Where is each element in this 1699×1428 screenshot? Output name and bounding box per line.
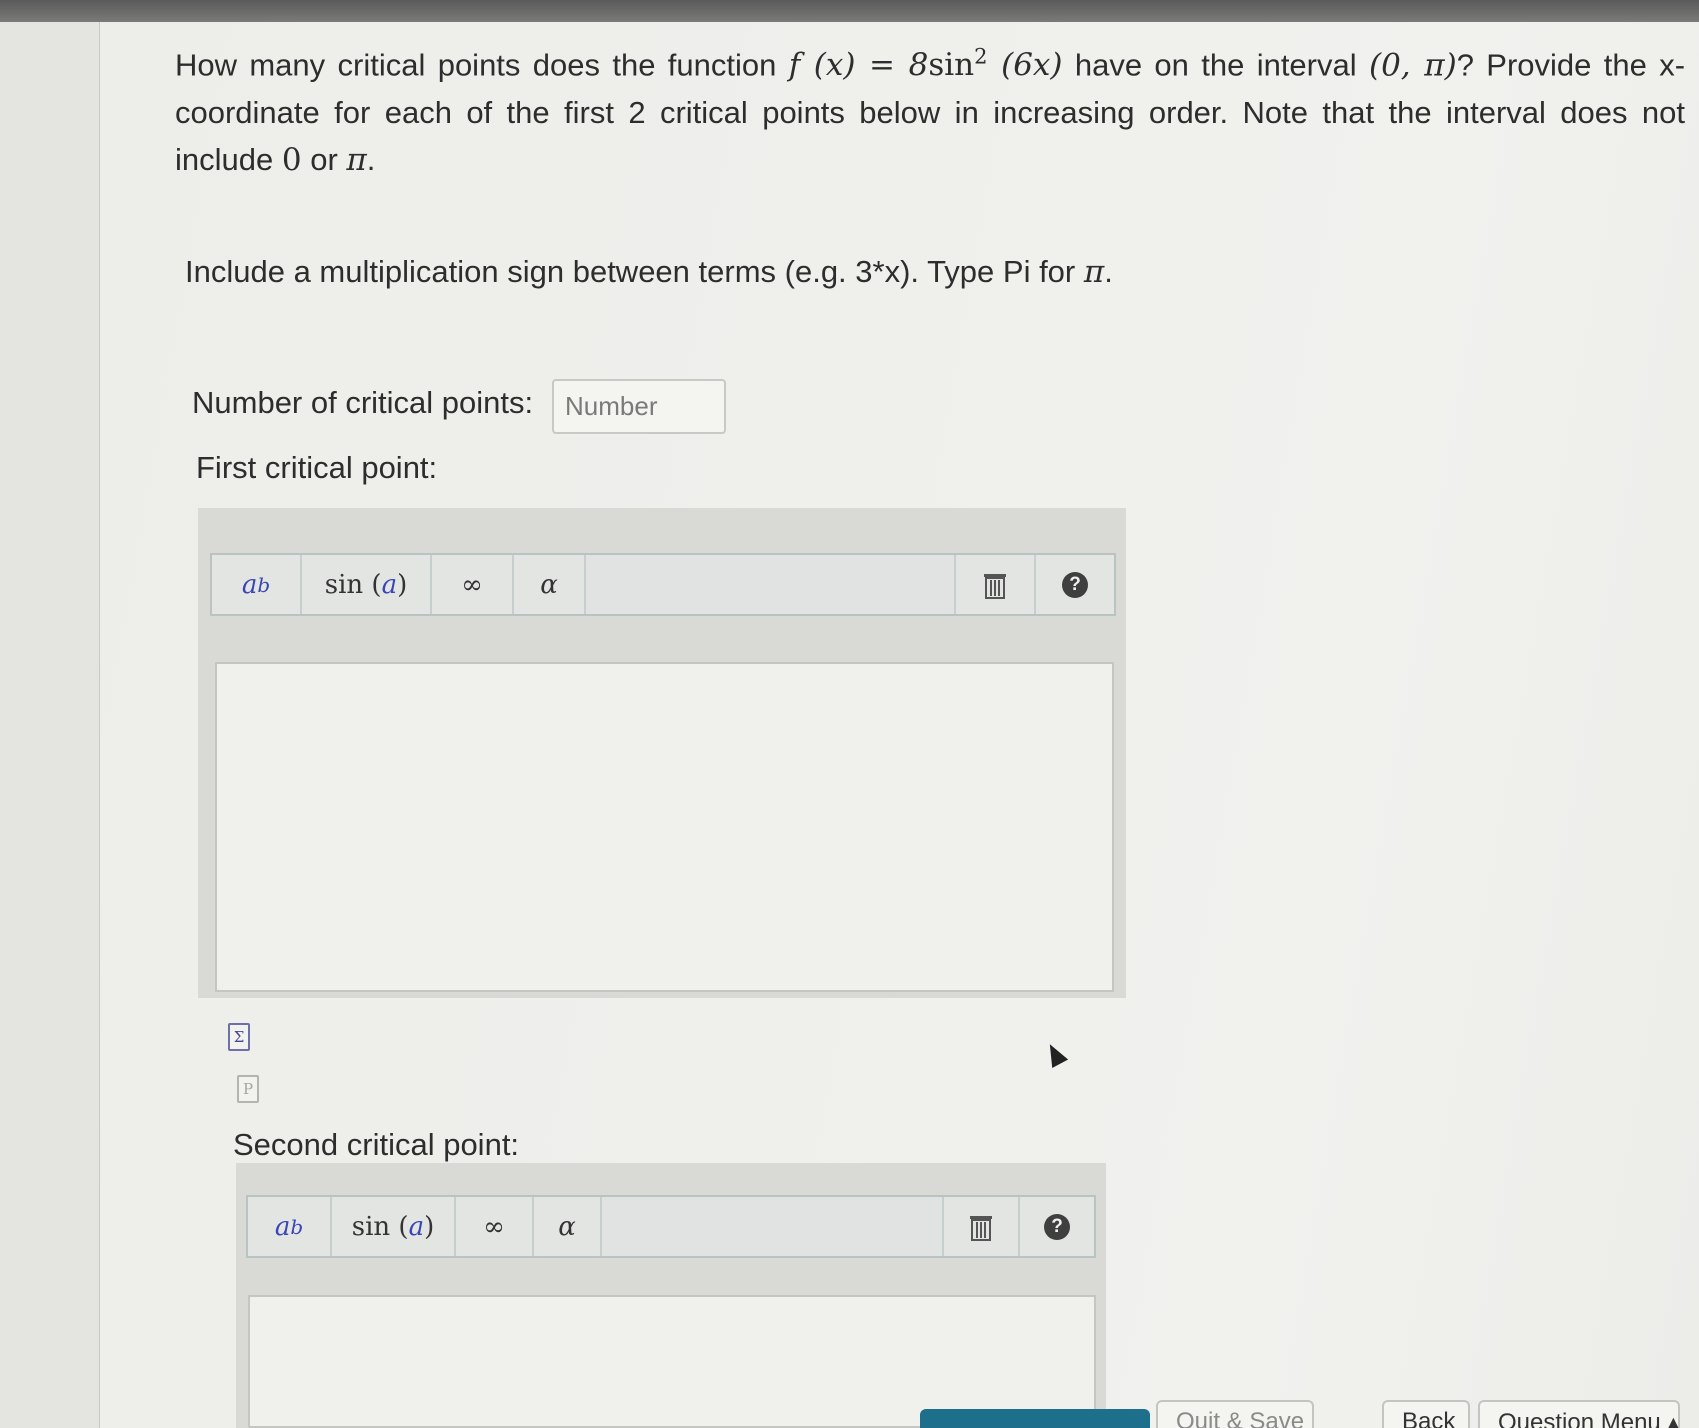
instruction-pi: π	[1083, 254, 1105, 290]
alpha-icon-2: α	[558, 1211, 576, 1242]
question-text-middle: have on the interval	[1062, 47, 1369, 83]
question-end: .	[366, 142, 376, 178]
infinity-icon-2: ∞	[483, 1211, 505, 1242]
help-button[interactable]: ?	[1036, 555, 1114, 614]
power-exponent-2: b	[290, 1214, 304, 1239]
second-point-toolbar: ab sin (a) ∞ α ?	[246, 1195, 1096, 1258]
interval-expression: (0, π)	[1368, 47, 1457, 84]
power-base-2: a	[274, 1211, 291, 1242]
power-button[interactable]: ab	[212, 555, 302, 614]
infinity-icon: ∞	[461, 569, 483, 600]
power-exponent: b	[257, 572, 271, 597]
sin-button[interactable]: sin (a)	[302, 555, 432, 614]
first-point-label: First critical point:	[196, 450, 438, 485]
first-point-toolbar: ab sin (a) ∞ α ?	[210, 553, 1116, 616]
help-icon: ?	[1062, 571, 1088, 598]
alpha-button[interactable]: α	[514, 555, 586, 614]
function-lhs: f (x) = 8	[788, 47, 929, 84]
toolbar-spacer-2	[602, 1197, 944, 1256]
trash-button[interactable]	[956, 555, 1036, 614]
preview-icon[interactable]: P	[237, 1075, 259, 1103]
power-button-2[interactable]: ab	[248, 1197, 332, 1256]
second-point-label: Second critical point:	[233, 1127, 520, 1162]
sin-arg: a	[381, 569, 398, 600]
submit-button[interactable]	[920, 1409, 1150, 1428]
infinity-button-2[interactable]: ∞	[456, 1197, 534, 1256]
sin-button-2[interactable]: sin (a)	[332, 1197, 456, 1256]
count-label: Number of critical points:	[192, 385, 534, 420]
exclusion-pi: π	[346, 142, 367, 179]
power-base: a	[241, 569, 258, 600]
alpha-button-2[interactable]: α	[534, 1197, 602, 1256]
function-exponent: 2	[974, 45, 988, 69]
exclusion-or: or	[301, 142, 347, 178]
quit-save-button[interactable]: Quit & Save	[1156, 1400, 1314, 1428]
back-button[interactable]: Back	[1382, 1400, 1470, 1428]
sin-arg-2: a	[408, 1211, 425, 1242]
question-menu-button[interactable]: Question Menu ▴	[1478, 1400, 1680, 1428]
function-expression: f (x) = 8sin2 (6x)	[788, 45, 1063, 84]
toolbar-spacer	[586, 555, 956, 614]
trash-icon	[984, 573, 1006, 599]
left-margin	[0, 22, 100, 1428]
infinity-button[interactable]: ∞	[432, 555, 514, 614]
instruction-body: Include a multiplication sign between te…	[185, 254, 1084, 289]
help-icon-2: ?	[1044, 1213, 1070, 1240]
equation-editor-icon[interactable]: Σ	[228, 1023, 250, 1051]
function-argument: (6x)	[987, 47, 1063, 84]
trash-button-2[interactable]	[944, 1197, 1020, 1256]
sin-label-2: sin	[351, 1211, 391, 1242]
alpha-icon: α	[540, 569, 558, 600]
first-point-answer[interactable]	[215, 662, 1114, 992]
help-button-2[interactable]: ?	[1020, 1197, 1094, 1256]
question-text-before: How many critical points does the functi…	[175, 47, 789, 83]
function-sin: sin	[928, 47, 975, 84]
trash-icon-2	[970, 1215, 992, 1241]
exclusion-zero: 0	[281, 142, 302, 179]
instruction-text: Include a multiplication sign between te…	[185, 254, 1113, 290]
instruction-end: .	[1104, 254, 1113, 289]
count-input[interactable]	[552, 379, 726, 434]
question-text: How many critical points does the functi…	[175, 34, 1685, 184]
browser-top-strip	[0, 0, 1699, 22]
sin-label: sin	[324, 569, 364, 600]
